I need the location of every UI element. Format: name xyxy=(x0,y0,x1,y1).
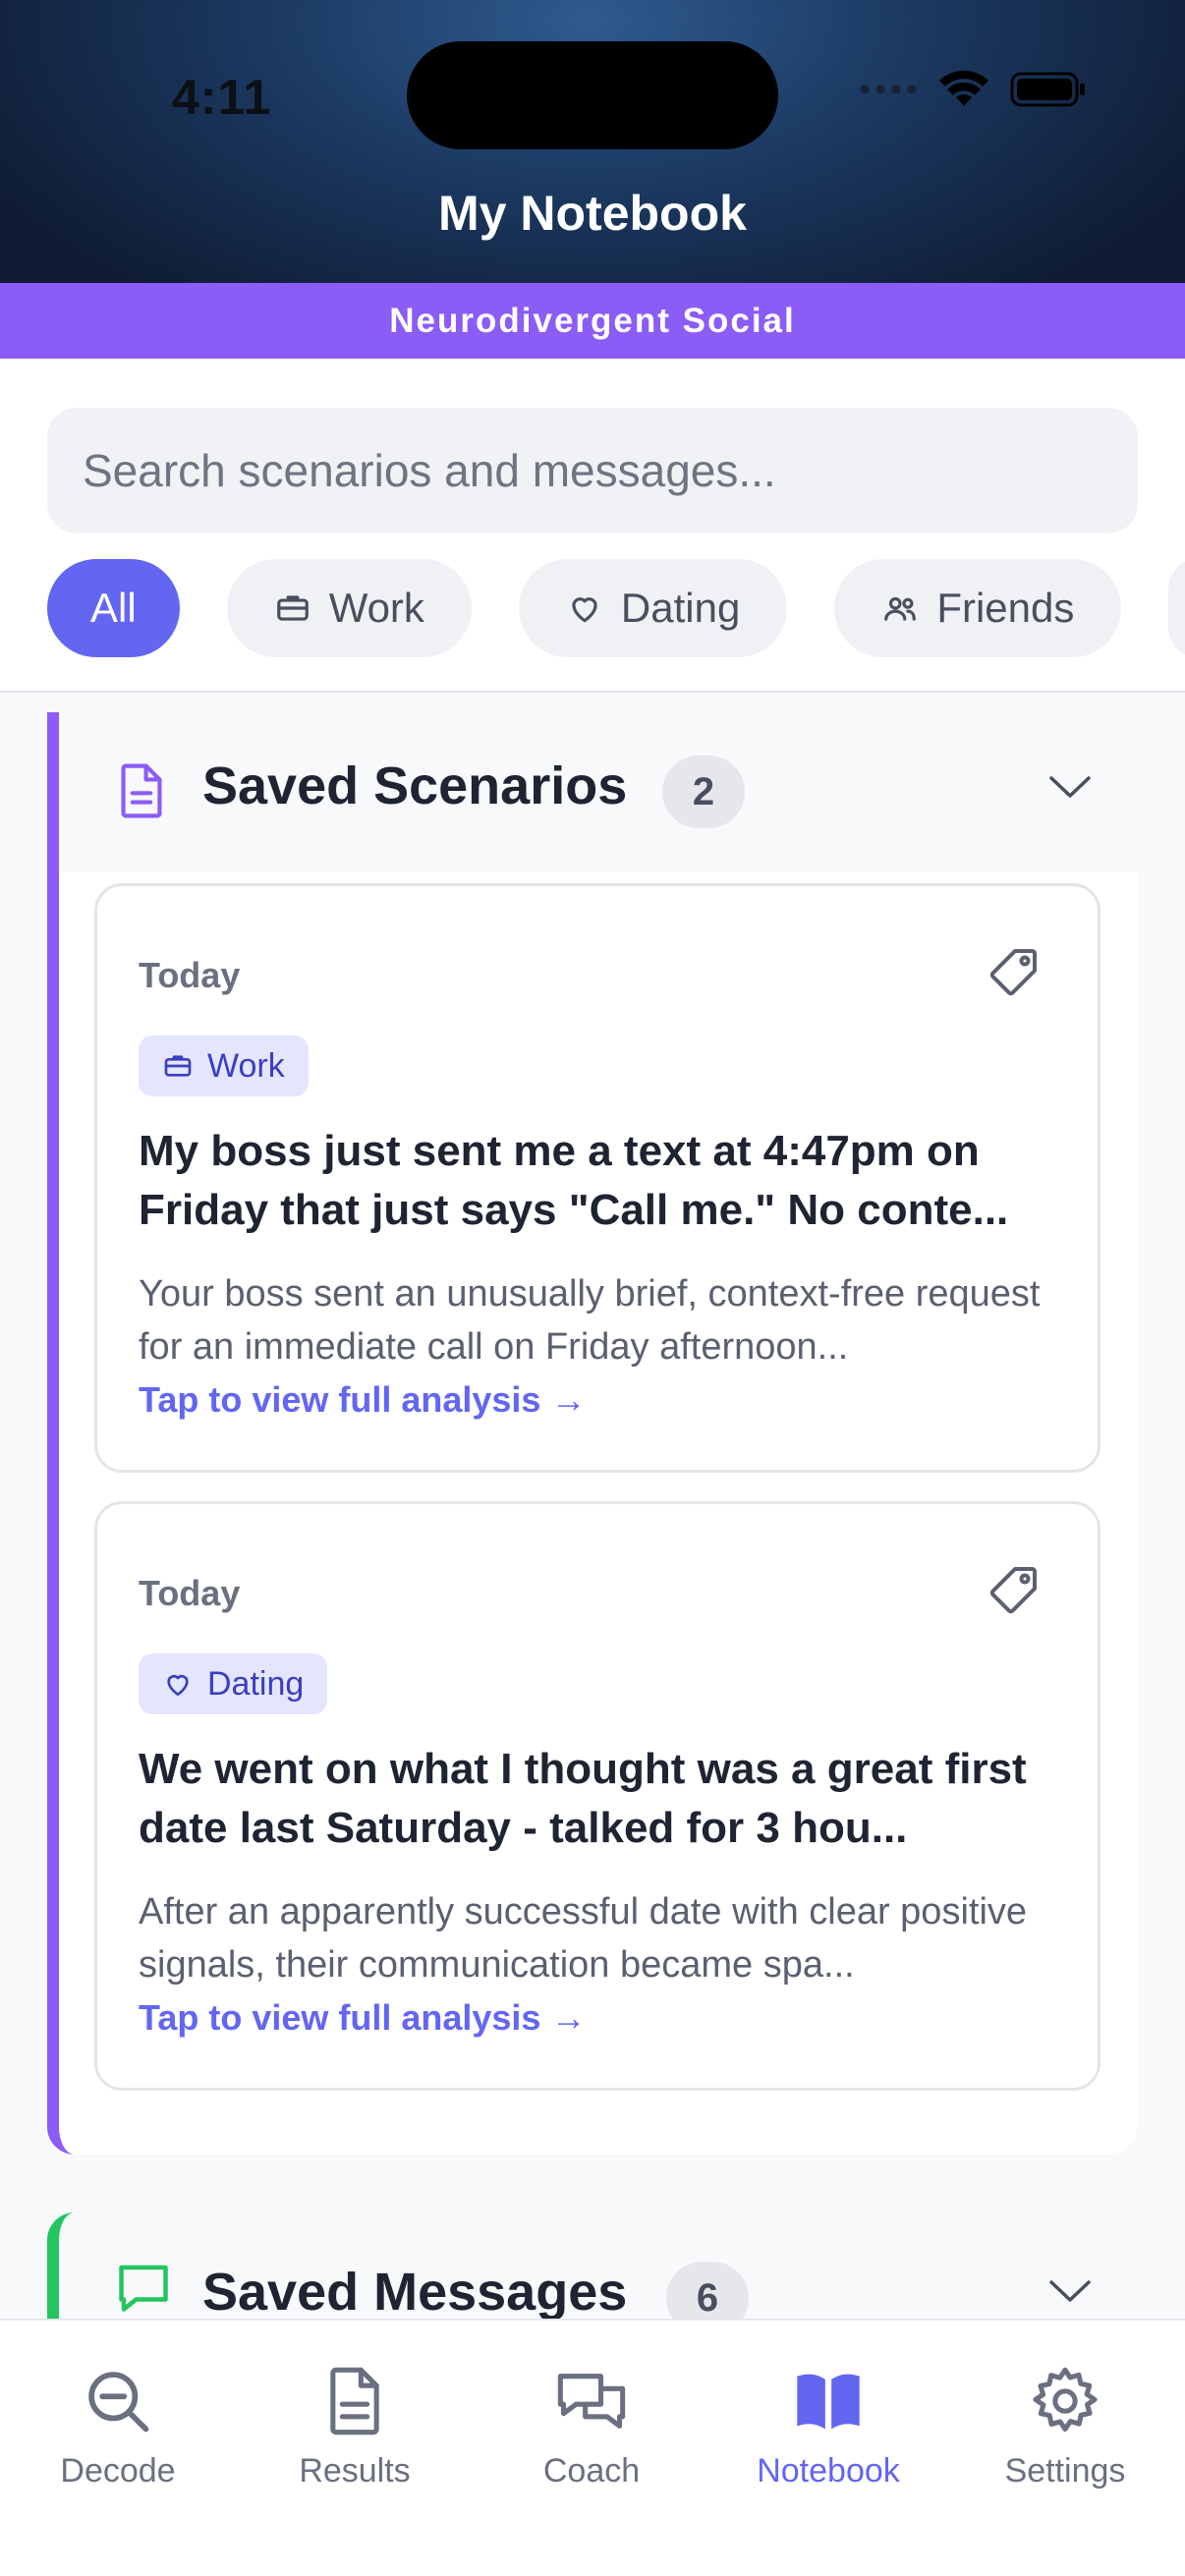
heart-icon xyxy=(167,1674,189,1696)
chevron-down-icon[interactable] xyxy=(1047,2277,1093,2305)
tab-results[interactable]: Results xyxy=(237,2364,473,2491)
dynamic-island xyxy=(407,41,778,149)
card-title: My boss just sent me a text at 4:47pm on… xyxy=(139,1127,1009,1234)
tag-icon[interactable] xyxy=(986,941,1044,1000)
saved-scenarios-section: Saved Scenarios 2 Today Work My boss jus… xyxy=(47,712,1138,2155)
card-summary: Your boss sent an unusually brief, conte… xyxy=(139,1273,1041,1368)
heart-icon xyxy=(572,597,597,623)
card-date: Today xyxy=(139,1573,241,1613)
chat-icon xyxy=(557,2374,626,2429)
category-badge: Work xyxy=(139,1036,309,1096)
battery-icon xyxy=(1010,72,1085,107)
count-badge: 2 xyxy=(662,756,745,828)
gear-icon xyxy=(1033,2367,1098,2433)
saved-messages-section[interactable]: Saved Messages 6 xyxy=(47,2212,1138,2334)
status-icons xyxy=(859,71,1087,108)
tab-label: Notebook xyxy=(757,2452,900,2490)
document-icon xyxy=(121,763,162,818)
document-icon xyxy=(330,2367,379,2436)
saved-scenarios-header[interactable]: Saved Scenarios 2 xyxy=(59,712,1138,871)
filter-chip-more[interactable] xyxy=(1168,559,1185,657)
filter-chip-dating[interactable]: Dating xyxy=(518,559,788,657)
search-filter-area: All Work Dating Friends xyxy=(0,359,1185,693)
bottom-tab-bar: Decode Results Coach Notebook Settings xyxy=(0,2319,1185,2576)
briefcase-icon xyxy=(164,1055,192,1077)
scenario-card[interactable]: Today Work My boss just sent me a text a… xyxy=(94,883,1100,1473)
filter-chip-friends[interactable]: Friends xyxy=(834,559,1122,657)
people-icon xyxy=(884,596,917,621)
filter-chips: All Work Dating Friends xyxy=(47,559,1185,657)
app-header: 4:11 My Notebook xyxy=(0,0,1185,283)
search-input[interactable] xyxy=(47,408,1138,533)
chevron-down-icon[interactable] xyxy=(1047,773,1093,801)
tab-coach[interactable]: Coach xyxy=(474,2364,709,2491)
status-time: 4:11 xyxy=(172,70,272,125)
scenario-card[interactable]: Today Dating We went on what I thought w… xyxy=(94,1501,1100,2091)
card-title: We went on what I thought was a great fi… xyxy=(139,1745,1027,1852)
tab-decode[interactable]: Decode xyxy=(0,2364,236,2491)
view-analysis-link[interactable]: Tap to view full analysis → xyxy=(139,1997,586,2039)
filter-chip-work[interactable]: Work xyxy=(226,559,472,657)
app-banner: Neurodivergent Social xyxy=(0,283,1185,359)
tab-notebook[interactable]: Notebook xyxy=(710,2364,946,2491)
book-icon xyxy=(797,2374,860,2430)
card-date: Today xyxy=(139,955,241,995)
chat-icon xyxy=(119,2265,168,2312)
card-summary: After an apparently successful date with… xyxy=(139,1891,1028,1986)
section-title: Saved Messages xyxy=(202,2263,628,2322)
filter-chip-all[interactable]: All xyxy=(47,559,180,657)
wifi-icon xyxy=(939,71,988,106)
category-label: Dating xyxy=(207,1664,305,1703)
filter-chip-label: Dating xyxy=(620,585,741,631)
category-label: Work xyxy=(207,1046,285,1085)
filter-chip-label: Work xyxy=(328,585,424,631)
tab-label: Results xyxy=(299,2452,411,2490)
tag-icon[interactable] xyxy=(986,1559,1044,1618)
briefcase-icon xyxy=(276,595,309,621)
signal-icon xyxy=(860,84,917,94)
section-title: Saved Scenarios xyxy=(202,756,628,815)
page-title: My Notebook xyxy=(438,186,747,241)
tab-label: Decode xyxy=(60,2452,176,2490)
search-icon xyxy=(88,2372,149,2433)
tab-label: Settings xyxy=(1004,2452,1126,2490)
view-analysis-link[interactable]: Tap to view full analysis → xyxy=(139,1379,586,1421)
tab-settings[interactable]: Settings xyxy=(947,2364,1183,2491)
filter-chip-label: All xyxy=(90,585,137,631)
tab-label: Coach xyxy=(542,2452,641,2490)
category-badge: Dating xyxy=(139,1653,328,1714)
filter-chip-label: Friends xyxy=(936,585,1075,631)
